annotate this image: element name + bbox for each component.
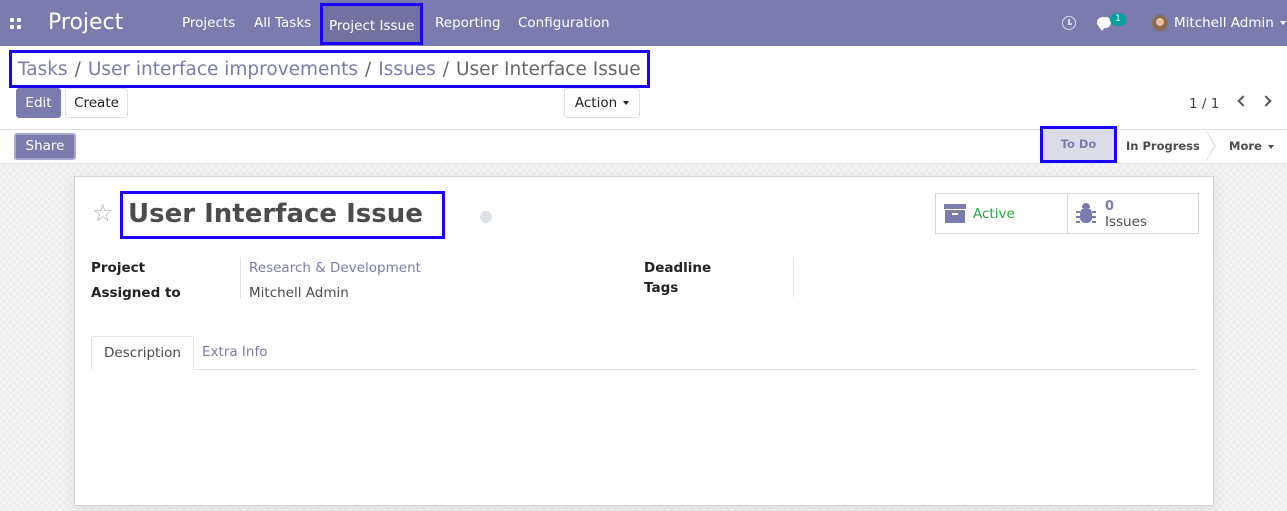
user-name: Mitchell Admin xyxy=(1174,15,1274,31)
caret-down-icon xyxy=(623,101,630,105)
clock-icon[interactable] xyxy=(1062,16,1076,30)
tab-extra-info[interactable]: Extra Info xyxy=(190,336,279,370)
edit-button[interactable]: Edit xyxy=(16,88,61,118)
bug-icon xyxy=(1076,203,1096,225)
apps-grid-icon[interactable] xyxy=(10,18,21,29)
menu-project-issue[interactable]: Project Issue xyxy=(320,3,424,45)
breadcrumb-issues[interactable]: Issues xyxy=(378,59,435,80)
stage-divider xyxy=(1205,130,1216,162)
active-toggle-button[interactable]: Active xyxy=(936,194,1067,233)
user-menu[interactable]: Mitchell Admin xyxy=(1174,0,1286,46)
form-sheet: ☆ User Interface Issue Active 0 Issues P… xyxy=(74,176,1214,506)
assigned-to-value[interactable]: Mitchell Admin xyxy=(249,285,349,301)
deadline-label: Deadline xyxy=(644,260,712,276)
pager-value[interactable]: 1 / 1 xyxy=(1189,96,1219,112)
record-title: User Interface Issue xyxy=(120,191,445,239)
star-icon[interactable]: ☆ xyxy=(92,201,114,225)
smart-buttons: Active 0 Issues xyxy=(935,193,1199,234)
create-button[interactable]: Create xyxy=(65,88,128,118)
project-value[interactable]: Research & Development xyxy=(249,260,421,276)
menu-all-tasks[interactable]: All Tasks xyxy=(254,0,311,46)
breadcrumb-separator: / xyxy=(365,58,372,80)
caret-down-icon xyxy=(1279,21,1286,25)
tags-label: Tags xyxy=(644,280,679,296)
tab-description[interactable]: Description xyxy=(91,336,194,370)
user-avatar[interactable] xyxy=(1152,15,1168,31)
breadcrumb-separator: / xyxy=(74,58,81,80)
share-button[interactable]: Share xyxy=(14,133,76,160)
app-brand[interactable]: Project xyxy=(48,9,123,37)
caret-down-icon xyxy=(1267,144,1274,149)
control-panel: Tasks / User interface improvements / Is… xyxy=(0,46,1287,130)
stage-to-do[interactable]: To Do xyxy=(1040,126,1117,163)
assigned-to-label: Assigned to xyxy=(91,285,181,301)
issues-label: Issues xyxy=(1105,214,1147,230)
kanban-state-dot[interactable] xyxy=(480,211,492,223)
action-dropdown[interactable]: Action xyxy=(564,88,640,118)
notebook-tabs: Description Extra Info xyxy=(91,336,1197,370)
chat-badge: 1 xyxy=(1110,13,1126,26)
breadcrumb-current: User Interface Issue xyxy=(455,58,641,80)
status-bar: Share To Do In Progress More xyxy=(0,126,1287,164)
chevron-right-icon[interactable] xyxy=(1260,95,1272,107)
breadcrumb-ui-improvements[interactable]: User interface improvements xyxy=(88,59,358,80)
field-divider xyxy=(240,257,241,299)
action-label: Action xyxy=(574,95,618,111)
chat-icon[interactable] xyxy=(1097,17,1111,31)
menu-configuration[interactable]: Configuration xyxy=(518,0,610,46)
breadcrumb-tasks[interactable]: Tasks xyxy=(18,59,68,80)
field-divider xyxy=(793,257,794,297)
menu-projects[interactable]: Projects xyxy=(182,0,235,46)
breadcrumb-separator: / xyxy=(442,58,449,80)
chevron-left-icon[interactable] xyxy=(1237,95,1249,107)
stage-more-dropdown[interactable]: More xyxy=(1229,130,1274,163)
stage-more-label: More xyxy=(1229,139,1262,153)
stage-in-progress[interactable]: In Progress xyxy=(1126,130,1200,163)
active-label: Active xyxy=(973,206,1015,222)
project-label: Project xyxy=(91,260,146,276)
issues-count: 0 xyxy=(1105,199,1115,214)
archive-icon xyxy=(944,204,966,223)
menu-reporting[interactable]: Reporting xyxy=(435,0,501,46)
issues-button[interactable]: 0 Issues xyxy=(1067,194,1198,233)
top-navbar: Project Projects All Tasks Project Issue… xyxy=(0,0,1287,46)
breadcrumb: Tasks / User interface improvements / Is… xyxy=(9,50,650,88)
